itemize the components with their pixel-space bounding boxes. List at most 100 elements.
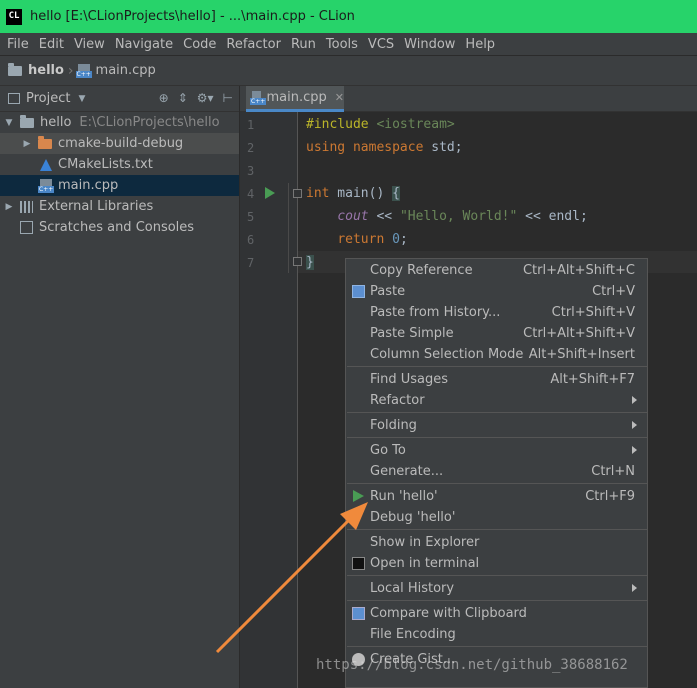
collapsed-arrow-icon[interactable]: ▶: [20, 139, 34, 149]
clion-app-icon: CL: [6, 8, 22, 25]
menu-vcs[interactable]: VCS: [363, 37, 399, 52]
watermark: https://blog.csdn.net/github_38688162: [316, 657, 628, 673]
menu-item-column-selection-mode[interactable]: Column Selection Mode Alt+Shift+Insert: [346, 344, 647, 365]
locate-file-icon[interactable]: ⊕: [159, 91, 169, 105]
tree-item-label: main.cpp: [58, 178, 119, 193]
run-gutter-icon[interactable]: [265, 187, 275, 199]
menu-item-label: Paste: [370, 284, 406, 299]
expanded-arrow-icon[interactable]: ▼: [2, 118, 16, 128]
terminal-icon: [352, 557, 365, 570]
menu-item-label: Copy Reference: [370, 263, 473, 278]
menu-item-show-in-explorer[interactable]: Show in Explorer: [346, 532, 647, 553]
menu-separator: [347, 529, 647, 530]
menu-item-label: Find Usages: [370, 372, 449, 387]
menu-item-local-history[interactable]: Local History: [346, 578, 647, 599]
menu-item-go-to[interactable]: Go To: [346, 440, 647, 461]
project-view-icon: [8, 93, 20, 104]
menu-navigate[interactable]: Navigate: [110, 37, 178, 52]
menu-item-find-usages[interactable]: Find Usages Alt+Shift+F7: [346, 369, 647, 390]
collapse-all-icon[interactable]: ⇕: [178, 91, 188, 105]
menu-tools[interactable]: Tools: [321, 37, 363, 52]
menu-item-generate[interactable]: Generate... Ctrl+N: [346, 461, 647, 482]
menu-item-label: Go To: [370, 443, 406, 458]
gear-icon[interactable]: ⚙▾: [197, 91, 214, 105]
fold-marker-icon[interactable]: [293, 189, 302, 198]
breadcrumb-file[interactable]: main.cpp: [96, 63, 156, 78]
code-token: {: [392, 186, 400, 201]
tree-item-label: External Libraries: [39, 199, 154, 214]
menu-code[interactable]: Code: [178, 37, 221, 52]
hide-panel-icon[interactable]: ⊢: [223, 91, 233, 105]
menu-refactor[interactable]: Refactor: [221, 37, 286, 52]
cpp-file-icon: [75, 63, 92, 78]
code-line-5: cout << "Hello, World!" << endl;: [306, 209, 588, 224]
fold-marker-icon[interactable]: [293, 257, 302, 266]
menu-item-label: Compare with Clipboard: [370, 606, 527, 621]
submenu-arrow-icon: [632, 396, 637, 404]
menu-item-refactor[interactable]: Refactor: [346, 390, 647, 411]
menu-bar: File Edit View Navigate Code Refactor Ru…: [0, 33, 697, 55]
tree-root-name: hello: [40, 115, 72, 130]
cmake-file-icon: [40, 158, 52, 171]
line-number: 2: [247, 141, 255, 155]
chevron-down-icon[interactable]: ▼: [78, 94, 85, 104]
project-view-selector[interactable]: Project: [26, 91, 70, 106]
menu-item-label: Local History: [370, 581, 455, 596]
folder-icon: [38, 135, 52, 149]
collapsed-arrow-icon[interactable]: ▶: [2, 202, 16, 212]
menu-item-shortcut: Ctrl+F9: [585, 489, 635, 504]
menu-run[interactable]: Run: [286, 37, 321, 52]
breadcrumb: hello › main.cpp: [0, 56, 697, 86]
tree-item-cmakelists[interactable]: CMakeLists.txt: [0, 154, 239, 175]
menu-window[interactable]: Window: [399, 37, 460, 52]
tree-root-hello[interactable]: ▼ hello E:\CLionProjects\hello: [0, 112, 239, 133]
window-title: hello [E:\CLionProjects\hello] - ...\mai…: [30, 9, 355, 24]
menu-item-copy-reference[interactable]: Copy Reference Ctrl+Alt+Shift+C: [346, 260, 647, 281]
line-number: 6: [247, 233, 255, 247]
menu-help[interactable]: Help: [460, 37, 500, 52]
menu-file[interactable]: File: [2, 37, 34, 52]
menu-item-file-encoding[interactable]: File Encoding: [346, 624, 647, 645]
menu-item-debug-hello[interactable]: Debug 'hello': [346, 507, 647, 528]
chevron-right-icon: ›: [67, 62, 74, 79]
code-token: main(): [329, 186, 393, 201]
menu-item-open-in-terminal[interactable]: Open in terminal: [346, 553, 647, 574]
menu-separator: [347, 366, 647, 367]
tree-item-main-cpp[interactable]: main.cpp: [0, 175, 239, 196]
menu-item-paste-simple[interactable]: Paste Simple Ctrl+Alt+Shift+V: [346, 323, 647, 344]
menu-edit[interactable]: Edit: [34, 37, 69, 52]
code-token: return: [337, 232, 385, 247]
tree-item-external-libraries[interactable]: ▶ External Libraries: [0, 196, 239, 217]
tree-root-path: E:\CLionProjects\hello: [79, 115, 220, 130]
breadcrumb-project[interactable]: hello: [28, 63, 64, 78]
menu-separator: [347, 483, 647, 484]
menu-item-folding[interactable]: Folding: [346, 415, 647, 436]
scratches-icon: [20, 221, 33, 234]
context-menu: Copy Reference Ctrl+Alt+Shift+C Paste Ctrl…: [345, 258, 648, 688]
tree-item-cmake-build-debug[interactable]: ▶ cmake-build-debug: [0, 133, 239, 154]
indent-guide: [288, 183, 289, 273]
library-icon: [20, 200, 33, 213]
menu-item-paste-from-history[interactable]: Paste from History... Ctrl+Shift+V: [346, 302, 647, 323]
menu-item-label: Paste Simple: [370, 326, 454, 341]
menu-item-compare-with-clipboard[interactable]: Compare with Clipboard: [346, 603, 647, 624]
folder-icon: [8, 62, 22, 76]
run-icon: [353, 490, 364, 502]
tree-item-scratches[interactable]: Scratches and Consoles: [0, 217, 239, 238]
project-panel-header: Project ▼ ⊕ ⇕ ⚙▾ ⊢: [0, 86, 239, 112]
tab-main-cpp[interactable]: main.cpp ✕: [246, 86, 344, 112]
menu-item-paste[interactable]: Paste Ctrl+V: [346, 281, 647, 302]
menu-item-label: Show in Explorer: [370, 535, 480, 550]
close-icon[interactable]: ✕: [335, 91, 344, 104]
line-number: 5: [247, 210, 255, 224]
cpp-file-icon: [250, 90, 266, 105]
code-token: }: [306, 255, 314, 270]
line-number: 1: [247, 118, 255, 132]
code-token: std;: [423, 140, 463, 155]
code-token: 0: [392, 232, 400, 247]
code-line-1: #include <iostream>: [306, 117, 455, 132]
menu-view[interactable]: View: [69, 37, 110, 52]
menu-separator: [347, 437, 647, 438]
menu-item-run-hello[interactable]: Run 'hello' Ctrl+F9: [346, 486, 647, 507]
code-token: << endl;: [517, 209, 588, 224]
